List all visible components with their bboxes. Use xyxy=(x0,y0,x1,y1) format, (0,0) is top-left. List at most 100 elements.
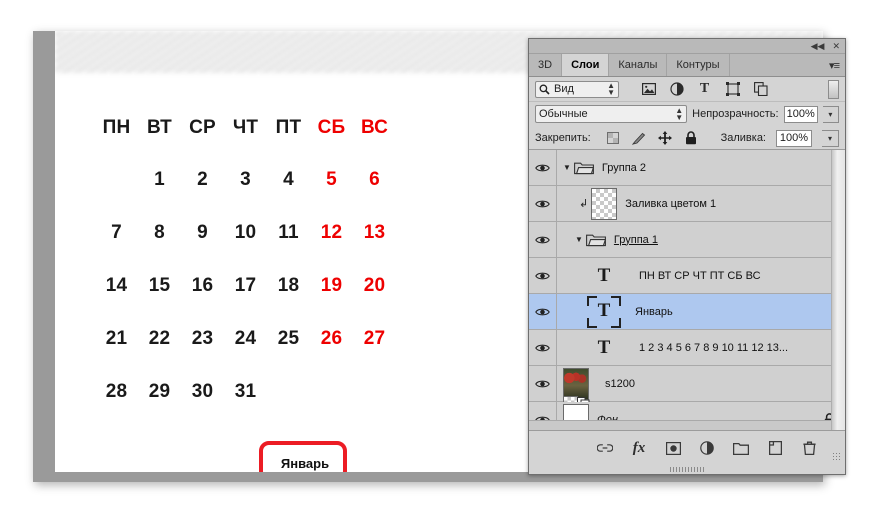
screenshot-root: ПН ВТ СР ЧТ ПТ СБ ВС 1 2 3 4 5 6 7 8 9 1… xyxy=(0,0,892,520)
panel-titlebar: ◀◀ ✕ xyxy=(529,39,845,54)
tab-3d[interactable]: 3D xyxy=(529,54,563,76)
day-cell: 17 xyxy=(234,274,257,296)
table-row[interactable]: T Январь xyxy=(529,294,845,330)
filter-kind-select[interactable]: Вид ▲ ▼ xyxy=(535,80,619,98)
day-cell: 10 xyxy=(234,221,257,243)
lock-all-icon[interactable] xyxy=(684,131,699,146)
collapse-icon[interactable]: ◀◀ xyxy=(811,41,825,51)
close-icon[interactable]: ✕ xyxy=(832,41,840,51)
layer-row-body[interactable]: T ПН ВТ СР ЧТ ПТ СБ ВС xyxy=(557,258,845,293)
layer-visibility-toggle[interactable] xyxy=(529,222,557,257)
day-cell: 24 xyxy=(234,327,257,349)
day-cell: 4 xyxy=(283,168,294,190)
opacity-input[interactable]: 100% xyxy=(783,105,818,123)
type-layer-icon[interactable]: T xyxy=(697,81,712,97)
fill-dropdown-icon[interactable]: ▾ xyxy=(822,129,839,147)
tab-paths[interactable]: Контуры xyxy=(667,54,730,76)
calendar-week-row: 14 15 16 17 18 19 20 xyxy=(95,259,396,312)
layer-visibility-toggle[interactable] xyxy=(529,330,557,365)
layer-row-body[interactable]: T Январь xyxy=(557,294,845,329)
weekday-header: ПН xyxy=(102,117,131,138)
blend-mode-row: Обычные ▲ ▼ Непрозрачность: 100% ▾ xyxy=(529,102,845,126)
day-cell xyxy=(310,365,353,418)
layers-scrollbar[interactable] xyxy=(831,150,845,431)
layer-row-body[interactable]: ↳ Заливка цветом 1 xyxy=(557,186,845,221)
lock-image-icon[interactable] xyxy=(632,131,647,146)
layers-list[interactable]: ▼ Группа 2 ↳ Заливка цветом 1 ▼ Группа 1… xyxy=(529,149,845,431)
stepper-icon[interactable]: ▲ ▼ xyxy=(607,81,615,96)
resize-grip[interactable] xyxy=(832,452,840,460)
weekday-header: ВТ xyxy=(146,117,172,138)
day-cell: 11 xyxy=(278,221,299,243)
day-cell: 9 xyxy=(197,221,208,243)
table-row[interactable]: ▼ Группа 1 xyxy=(529,222,845,258)
adjustment-layer-icon[interactable] xyxy=(669,82,684,97)
tab-channels[interactable]: Каналы xyxy=(609,54,668,76)
fill-input[interactable]: 100% xyxy=(776,129,812,147)
delete-layer-icon[interactable] xyxy=(801,440,817,456)
folder-icon xyxy=(585,233,606,247)
new-layer-icon[interactable] xyxy=(767,440,783,456)
layer-name[interactable]: Заливка цветом 1 xyxy=(625,198,716,210)
lock-position-icon[interactable] xyxy=(658,131,673,146)
weekday-header: ВС xyxy=(360,117,389,138)
table-row[interactable]: s1200 xyxy=(529,366,845,410)
weekday-header: СБ xyxy=(317,117,346,138)
tab-layers[interactable]: Слои xyxy=(562,54,610,76)
layer-row-body[interactable]: T 1 2 3 4 5 6 7 8 9 10 11 12 13... xyxy=(557,330,845,365)
layer-name[interactable]: s1200 xyxy=(605,378,635,390)
layer-visibility-toggle[interactable] xyxy=(529,258,557,293)
lock-icon-group xyxy=(606,131,699,146)
calendar-week-row: 28 29 30 31 xyxy=(95,365,396,418)
add-mask-icon[interactable] xyxy=(665,440,681,456)
type-layer-icon[interactable]: T xyxy=(591,338,617,357)
chevron-down-icon[interactable]: ▼ xyxy=(563,163,571,172)
blend-mode-select[interactable]: Обычные ▲ ▼ xyxy=(535,105,688,123)
panel-menu-icon[interactable]: ▾≡ xyxy=(823,54,845,76)
fx-icon[interactable]: fx xyxy=(631,440,647,456)
layer-row-body[interactable]: ▼ Группа 2 xyxy=(557,150,845,185)
layer-name[interactable]: Январь xyxy=(635,306,673,318)
layer-row-body[interactable]: s1200 xyxy=(557,366,845,410)
chevron-down-icon[interactable]: ▼ xyxy=(575,235,583,244)
day-cell: 19 xyxy=(320,274,343,296)
opacity-dropdown-icon[interactable]: ▾ xyxy=(822,105,839,123)
table-row[interactable]: T ПН ВТ СР ЧТ ПТ СБ ВС xyxy=(529,258,845,294)
layer-visibility-toggle[interactable] xyxy=(529,294,557,329)
new-adjustment-icon[interactable] xyxy=(699,440,715,456)
day-cell xyxy=(95,153,138,206)
footer-icon-group: fx xyxy=(529,431,845,461)
smart-object-icon[interactable] xyxy=(753,82,768,97)
panel-drag-handle[interactable] xyxy=(670,467,704,472)
layer-visibility-toggle[interactable] xyxy=(529,150,557,185)
filter-kind-label: Вид xyxy=(554,83,574,95)
layer-name[interactable]: Группа 2 xyxy=(602,162,646,174)
calendar-table: ПН ВТ СР ЧТ ПТ СБ ВС 1 2 3 4 5 6 7 8 9 1… xyxy=(95,103,396,418)
stepper-icon[interactable]: ▲ ▼ xyxy=(675,106,683,121)
filter-toggle-switch[interactable] xyxy=(828,79,839,99)
day-cell: 21 xyxy=(105,327,128,349)
day-cell: 3 xyxy=(240,168,251,190)
layer-row-body[interactable]: ▼ Группа 1 xyxy=(557,222,845,257)
table-row[interactable]: ↳ Заливка цветом 1 xyxy=(529,186,845,222)
layer-visibility-toggle[interactable] xyxy=(529,186,557,221)
pixel-layer-icon[interactable] xyxy=(641,82,656,97)
new-group-icon[interactable] xyxy=(733,440,749,456)
lock-transparency-icon[interactable] xyxy=(606,131,621,146)
type-layer-selected-icon[interactable]: T xyxy=(587,295,621,328)
layer-visibility-toggle[interactable] xyxy=(529,366,557,401)
table-row[interactable]: T 1 2 3 4 5 6 7 8 9 10 11 12 13... xyxy=(529,330,845,366)
link-layers-icon[interactable] xyxy=(597,440,613,456)
table-row[interactable]: ▼ Группа 2 xyxy=(529,150,845,186)
layer-name[interactable]: Группа 1 xyxy=(614,234,658,246)
layer-thumbnail[interactable] xyxy=(563,367,590,410)
day-cell: 2 xyxy=(197,168,208,190)
type-layer-icon[interactable]: T xyxy=(591,266,617,285)
layer-name[interactable]: ПН ВТ СР ЧТ ПТ СБ ВС xyxy=(639,270,761,282)
day-cell: 27 xyxy=(363,327,386,349)
layer-name[interactable]: 1 2 3 4 5 6 7 8 9 10 11 12 13... xyxy=(639,342,788,354)
day-cell: 8 xyxy=(154,221,165,243)
layers-panel: ◀◀ ✕ 3D Слои Каналы Контуры ▾≡ Вид ▲ ▼ T… xyxy=(528,38,846,475)
layer-thumbnail[interactable] xyxy=(591,187,618,220)
shape-layer-icon[interactable] xyxy=(725,82,740,97)
